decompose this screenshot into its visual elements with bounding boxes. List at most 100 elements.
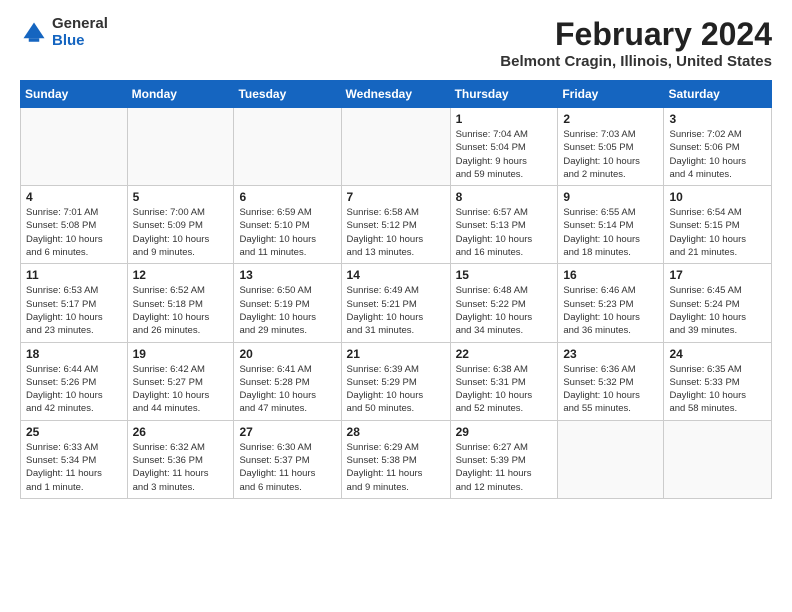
calendar-cell: 24 Sunrise: 6:35 AM Sunset: 5:33 PM Dayli… [664,342,772,420]
weekday-header-monday: Monday [127,81,234,108]
day-number: 2 [563,112,658,126]
day-info: Sunrise: 6:50 AM Sunset: 5:19 PM Dayligh… [239,284,335,337]
title-area: February 2024 Belmont Cragin, Illinois, … [500,16,772,70]
weekday-header-sunday: Sunday [21,81,128,108]
day-info: Sunrise: 6:32 AM Sunset: 5:36 PM Dayligh… [133,441,229,494]
day-info: Sunrise: 6:58 AM Sunset: 5:12 PM Dayligh… [347,206,445,259]
calendar-cell: 10 Sunrise: 6:54 AM Sunset: 5:15 PM Dayli… [664,186,772,264]
weekday-header-wednesday: Wednesday [341,81,450,108]
day-number: 29 [456,425,553,439]
day-info: Sunrise: 6:29 AM Sunset: 5:38 PM Dayligh… [347,441,445,494]
calendar-cell: 25 Sunrise: 6:33 AM Sunset: 5:34 PM Dayli… [21,420,128,498]
day-number: 24 [669,347,766,361]
page-header: General Blue February 2024 Belmont Cragi… [20,16,772,70]
day-number: 10 [669,190,766,204]
calendar-cell: 19Sunrise: 6:42 AM Sunset: 5:27 PM Dayli… [127,342,234,420]
day-number: 3 [669,112,766,126]
calendar-cell [558,420,664,498]
location-subtitle: Belmont Cragin, Illinois, United States [500,53,772,70]
logo-general-text: General [52,16,108,33]
calendar-cell: 11Sunrise: 6:53 AM Sunset: 5:17 PM Dayli… [21,264,128,342]
day-number: 25 [26,425,122,439]
day-info: Sunrise: 6:27 AM Sunset: 5:39 PM Dayligh… [456,441,553,494]
day-info: Sunrise: 6:35 AM Sunset: 5:33 PM Dayligh… [669,363,766,416]
calendar-cell: 26 Sunrise: 6:32 AM Sunset: 5:36 PM Dayli… [127,420,234,498]
day-info: Sunrise: 6:38 AM Sunset: 5:31 PM Dayligh… [456,363,553,416]
weekday-header-thursday: Thursday [450,81,558,108]
logo-text: General Blue [52,16,108,49]
calendar-cell: 20 Sunrise: 6:41 AM Sunset: 5:28 PM Dayli… [234,342,341,420]
calendar-cell: 3Sunrise: 7:02 AM Sunset: 5:06 PM Daylig… [664,108,772,186]
day-number: 9 [563,190,658,204]
month-year-title: February 2024 [500,16,772,53]
day-info: Sunrise: 7:03 AM Sunset: 5:05 PM Dayligh… [563,128,658,181]
day-number: 18 [26,347,122,361]
day-number: 19 [133,347,229,361]
calendar-cell [21,108,128,186]
weekday-header-friday: Friday [558,81,664,108]
calendar-cell: 5 Sunrise: 7:00 AM Sunset: 5:09 PM Daylig… [127,186,234,264]
weekday-header-row: SundayMondayTuesdayWednesdayThursdayFrid… [21,81,772,108]
day-info: Sunrise: 7:04 AM Sunset: 5:04 PM Dayligh… [456,128,553,181]
calendar-cell [341,108,450,186]
day-info: Sunrise: 6:54 AM Sunset: 5:15 PM Dayligh… [669,206,766,259]
day-info: Sunrise: 6:46 AM Sunset: 5:23 PM Dayligh… [563,284,658,337]
day-number: 8 [456,190,553,204]
day-info: Sunrise: 6:49 AM Sunset: 5:21 PM Dayligh… [347,284,445,337]
calendar-week-row: 4Sunrise: 7:01 AM Sunset: 5:08 PM Daylig… [21,186,772,264]
calendar-week-row: 18 Sunrise: 6:44 AM Sunset: 5:26 PM Dayli… [21,342,772,420]
day-number: 26 [133,425,229,439]
weekday-header-tuesday: Tuesday [234,81,341,108]
calendar-cell: 21 Sunrise: 6:39 AM Sunset: 5:29 PM Dayli… [341,342,450,420]
day-info: Sunrise: 7:00 AM Sunset: 5:09 PM Dayligh… [133,206,229,259]
calendar-cell [234,108,341,186]
day-number: 5 [133,190,229,204]
calendar-cell: 22 Sunrise: 6:38 AM Sunset: 5:31 PM Dayli… [450,342,558,420]
calendar-cell: 18 Sunrise: 6:44 AM Sunset: 5:26 PM Dayli… [21,342,128,420]
day-info: Sunrise: 6:55 AM Sunset: 5:14 PM Dayligh… [563,206,658,259]
day-info: Sunrise: 6:44 AM Sunset: 5:26 PM Dayligh… [26,363,122,416]
day-number: 7 [347,190,445,204]
day-info: Sunrise: 7:01 AM Sunset: 5:08 PM Dayligh… [26,206,122,259]
calendar-cell: 6Sunrise: 6:59 AM Sunset: 5:10 PM Daylig… [234,186,341,264]
day-number: 21 [347,347,445,361]
day-number: 22 [456,347,553,361]
day-number: 27 [239,425,335,439]
calendar-cell: 12 Sunrise: 6:52 AM Sunset: 5:18 PM Dayli… [127,264,234,342]
weekday-header-saturday: Saturday [664,81,772,108]
calendar-cell: 23Sunrise: 6:36 AM Sunset: 5:32 PM Dayli… [558,342,664,420]
calendar-cell: 16 Sunrise: 6:46 AM Sunset: 5:23 PM Dayli… [558,264,664,342]
day-info: Sunrise: 6:36 AM Sunset: 5:32 PM Dayligh… [563,363,658,416]
calendar-cell [664,420,772,498]
day-number: 16 [563,268,658,282]
calendar-cell: 15Sunrise: 6:48 AM Sunset: 5:22 PM Dayli… [450,264,558,342]
day-info: Sunrise: 6:39 AM Sunset: 5:29 PM Dayligh… [347,363,445,416]
day-number: 14 [347,268,445,282]
calendar-cell: 7 Sunrise: 6:58 AM Sunset: 5:12 PM Daylig… [341,186,450,264]
calendar-table: SundayMondayTuesdayWednesdayThursdayFrid… [20,80,772,499]
day-info: Sunrise: 6:33 AM Sunset: 5:34 PM Dayligh… [26,441,122,494]
day-number: 1 [456,112,553,126]
day-number: 17 [669,268,766,282]
calendar-cell: 8Sunrise: 6:57 AM Sunset: 5:13 PM Daylig… [450,186,558,264]
calendar-cell: 29 Sunrise: 6:27 AM Sunset: 5:39 PM Dayli… [450,420,558,498]
day-number: 6 [239,190,335,204]
day-number: 13 [239,268,335,282]
calendar-cell: 27Sunrise: 6:30 AM Sunset: 5:37 PM Dayli… [234,420,341,498]
calendar-week-row: 1 Sunrise: 7:04 AM Sunset: 5:04 PM Daylig… [21,108,772,186]
calendar-cell [127,108,234,186]
calendar-cell: 2 Sunrise: 7:03 AM Sunset: 5:05 PM Daylig… [558,108,664,186]
day-number: 12 [133,268,229,282]
calendar-cell: 28 Sunrise: 6:29 AM Sunset: 5:38 PM Dayli… [341,420,450,498]
day-info: Sunrise: 6:41 AM Sunset: 5:28 PM Dayligh… [239,363,335,416]
day-info: Sunrise: 6:45 AM Sunset: 5:24 PM Dayligh… [669,284,766,337]
day-info: Sunrise: 6:52 AM Sunset: 5:18 PM Dayligh… [133,284,229,337]
calendar-week-row: 25 Sunrise: 6:33 AM Sunset: 5:34 PM Dayli… [21,420,772,498]
calendar-cell: 13 Sunrise: 6:50 AM Sunset: 5:19 PM Dayli… [234,264,341,342]
calendar-week-row: 11Sunrise: 6:53 AM Sunset: 5:17 PM Dayli… [21,264,772,342]
day-number: 20 [239,347,335,361]
calendar-cell: 14 Sunrise: 6:49 AM Sunset: 5:21 PM Dayli… [341,264,450,342]
calendar-cell: 17 Sunrise: 6:45 AM Sunset: 5:24 PM Dayli… [664,264,772,342]
logo-icon [20,19,48,47]
day-number: 28 [347,425,445,439]
